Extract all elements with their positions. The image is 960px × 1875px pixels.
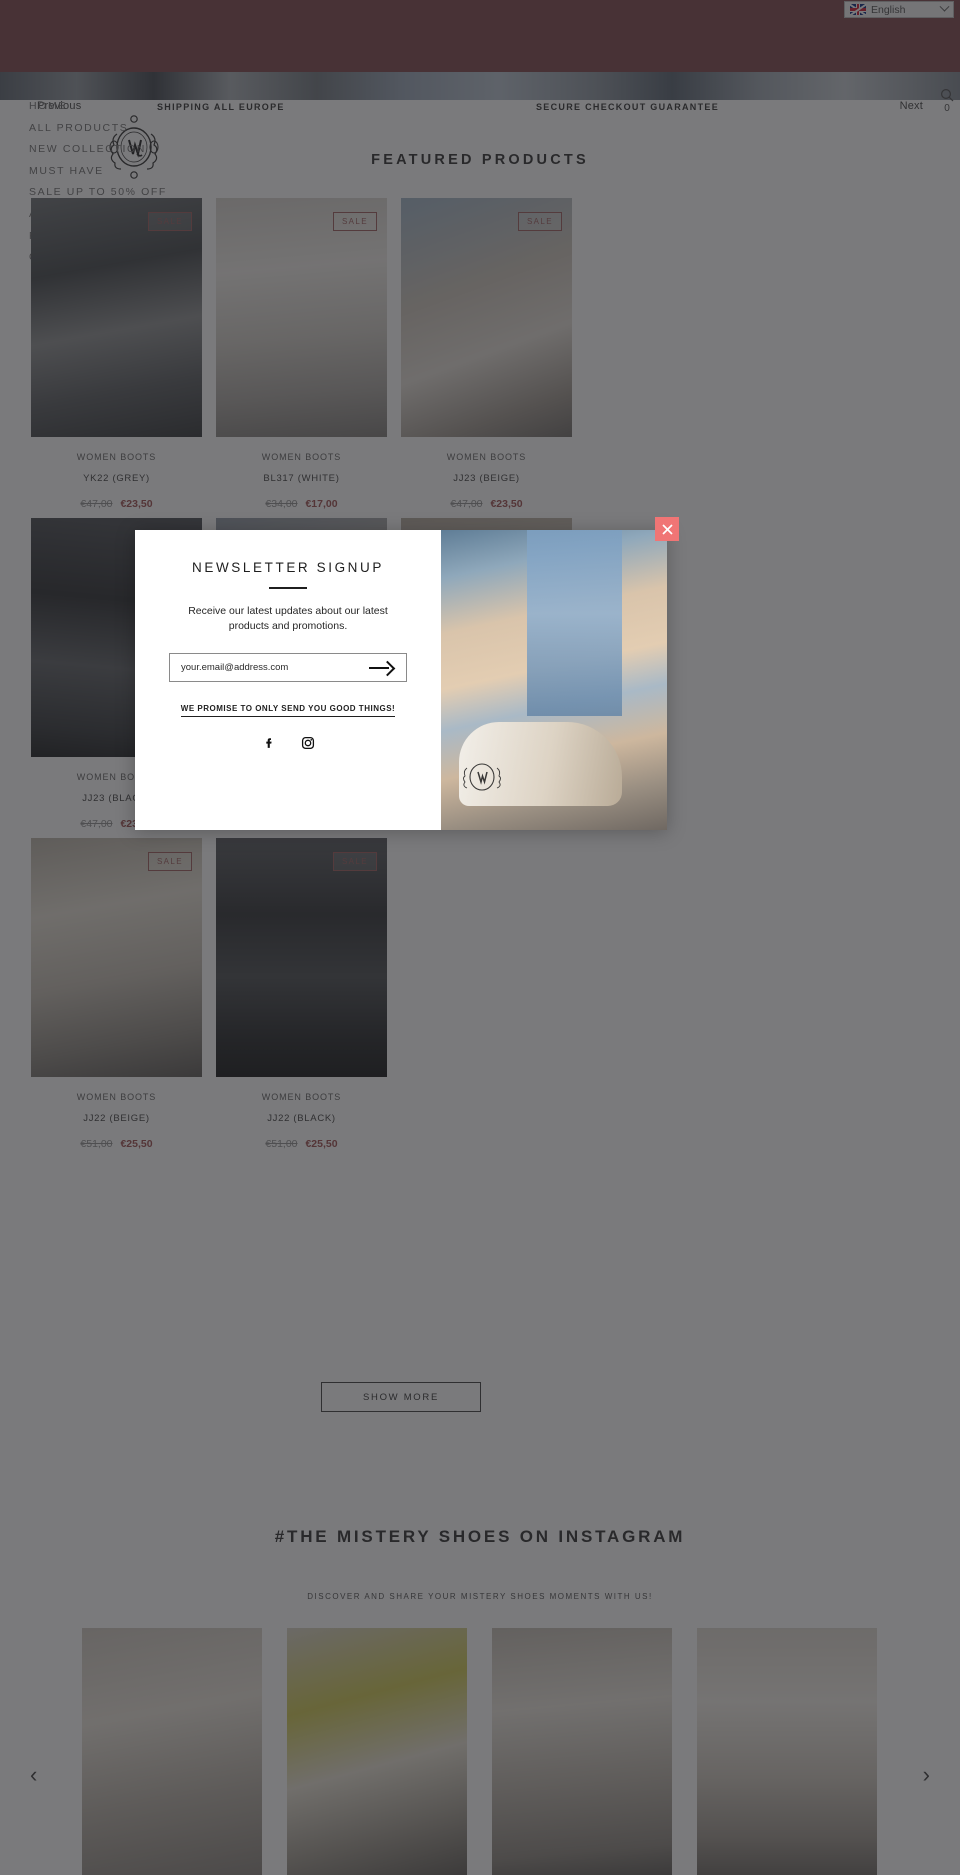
newsletter-modal: NEWSLETTER SIGNUP Receive our latest upd… <box>135 530 667 830</box>
newsletter-promise-text: WE PROMISE TO ONLY SEND YOU GOOD THINGS! <box>180 704 396 717</box>
arrow-right-icon[interactable] <box>369 661 395 675</box>
newsletter-email-row <box>169 653 407 682</box>
newsletter-modal-content: NEWSLETTER SIGNUP Receive our latest upd… <box>135 530 441 830</box>
title-divider <box>269 587 307 589</box>
newsletter-description: Receive our latest updates about our lat… <box>188 605 388 632</box>
instagram-icon[interactable] <box>301 736 315 750</box>
newsletter-social-links <box>169 736 407 750</box>
newsletter-title: NEWSLETTER SIGNUP <box>192 560 384 575</box>
image-denim-area <box>526 530 622 716</box>
close-icon[interactable] <box>655 517 679 541</box>
modal-overlay[interactable] <box>0 0 960 1875</box>
email-field[interactable] <box>181 662 369 673</box>
facebook-icon[interactable] <box>262 736 276 750</box>
image-logo-watermark <box>459 754 505 800</box>
newsletter-modal-image <box>441 530 667 830</box>
